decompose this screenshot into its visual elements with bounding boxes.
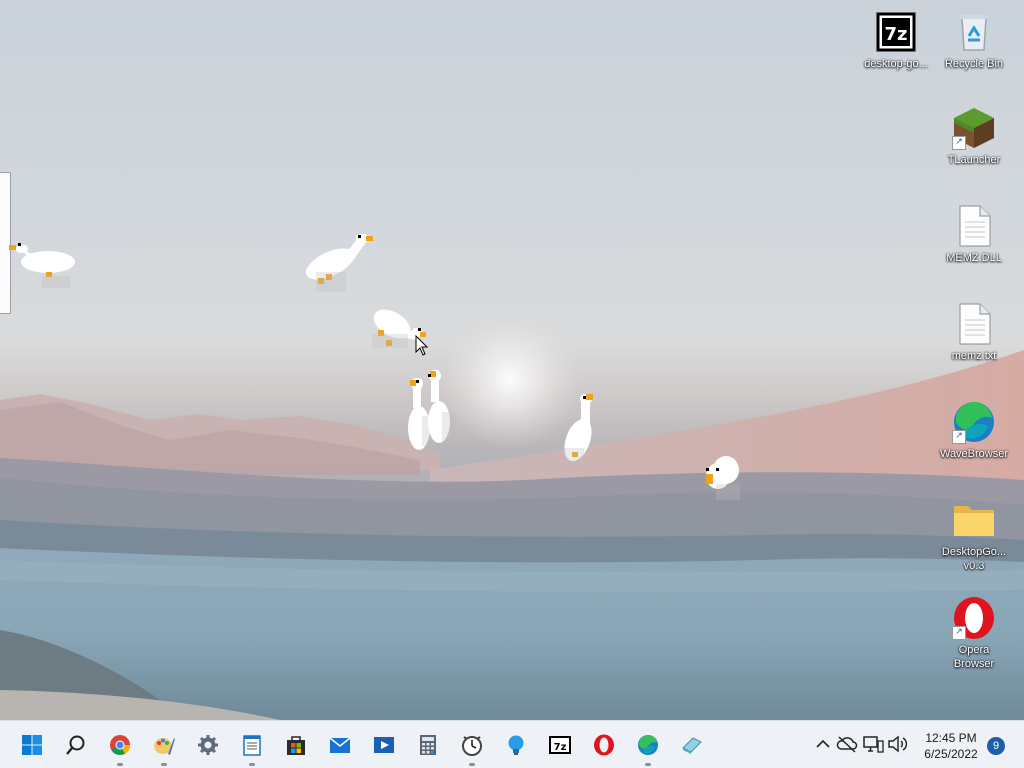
svg-text:7z: 7z (884, 24, 907, 45)
desktop-icon-memz-txt[interactable]: memz.txt (936, 302, 1012, 363)
desktop-icon-recycle-bin[interactable]: Recycle Bin (936, 10, 1012, 71)
goose[interactable] (6, 236, 80, 292)
lightbulb-icon (508, 735, 524, 755)
taskbar: 7z 12:45 PM 6/25/2022 9 (0, 720, 1024, 768)
desktop[interactable]: 7z desktop-go... Recycle Bin ↗ TLauncher… (0, 0, 1024, 720)
taskbar-7zip[interactable]: 7z (542, 727, 578, 763)
desktop-icon-label: TLauncher (947, 154, 1001, 166)
start-button[interactable] (14, 727, 50, 763)
desktop-icon-memz-dll[interactable]: MEMZ.DLL (936, 204, 1012, 265)
taskbar-tips[interactable] (498, 727, 534, 763)
windows-logo-icon (22, 735, 42, 755)
taskbar-settings[interactable] (190, 727, 226, 763)
running-indicator (645, 763, 651, 766)
desktop-icon-tlauncher[interactable]: ↗ TLauncher (936, 106, 1012, 167)
taskbar-opera[interactable] (586, 727, 622, 763)
desktop-icon-label: Opera Browser (953, 644, 995, 670)
taskbar-clock[interactable] (454, 727, 490, 766)
taskbar-chrome[interactable] (102, 727, 138, 766)
onedrive-status-button[interactable] (836, 733, 858, 755)
desktop-icon-label: MEMZ.DLL (946, 252, 1002, 264)
paint-icon (154, 738, 175, 755)
show-hidden-icons-button[interactable] (812, 733, 834, 755)
opera-icon: ↗ (952, 596, 996, 640)
speaker-icon (888, 735, 908, 753)
folder-icon (952, 498, 996, 542)
taskbar-eraser[interactable] (674, 727, 710, 763)
chrome-icon (110, 735, 131, 756)
taskbar-media-player[interactable] (366, 727, 402, 763)
shortcut-arrow-icon: ↗ (952, 136, 966, 150)
calculator-icon (420, 735, 436, 755)
chevron-up-icon (816, 739, 830, 748)
goose[interactable] (558, 390, 606, 470)
mail-icon (329, 737, 351, 753)
clock-time: 12:45 PM (925, 731, 977, 745)
clock-date: 6/25/2022 (924, 747, 978, 761)
recycle-bin-icon (952, 10, 996, 54)
opera-icon (594, 734, 614, 756)
goose[interactable] (422, 366, 458, 450)
taskbar-store[interactable] (278, 727, 314, 763)
goose[interactable] (300, 228, 376, 298)
network-icon (863, 736, 884, 753)
svg-text:7z: 7z (554, 742, 567, 753)
taskbar-mail[interactable] (322, 727, 358, 763)
running-indicator (161, 763, 167, 766)
network-button[interactable] (862, 733, 884, 755)
eraser-icon (682, 737, 702, 754)
desktop-icon-label: desktop-go... (864, 58, 928, 70)
desktop-icon-desktopgoose-folder[interactable]: DesktopGo... v0.3 (936, 498, 1012, 573)
notification-badge[interactable]: 9 (987, 737, 1005, 755)
desktop-icon-desktop-goose-7z[interactable]: 7z desktop-go... (858, 10, 934, 71)
taskbar-clock-display[interactable]: 12:45 PM 6/25/2022 (914, 730, 988, 762)
running-indicator (117, 763, 123, 766)
file-icon (952, 204, 996, 248)
cloud-off-icon (836, 736, 858, 753)
store-icon (287, 736, 305, 755)
7zip-icon: 7z (549, 736, 571, 754)
mouse-cursor-icon (415, 335, 429, 356)
wavebrowser-icon (638, 734, 658, 755)
wallpaper (0, 310, 1024, 720)
clock-icon (462, 736, 482, 756)
shortcut-arrow-icon: ↗ (952, 430, 966, 444)
search-icon (66, 735, 85, 755)
taskbar-calculator[interactable] (410, 727, 446, 763)
wavebrowser-icon: ↗ (952, 400, 996, 444)
gear-icon (198, 735, 218, 755)
minecraft-grass-block-icon: ↗ (952, 106, 996, 150)
desktop-icon-label: memz.txt (951, 350, 997, 362)
taskbar-notepad[interactable] (234, 727, 270, 766)
desktop-icon-wavebrowser[interactable]: ↗ WaveBrowser (936, 400, 1012, 461)
running-indicator (469, 763, 475, 766)
desktop-icon-opera-browser[interactable]: ↗ Opera Browser (936, 596, 1012, 671)
text-file-icon (952, 302, 996, 346)
desktop-icon-label: WaveBrowser (939, 448, 1009, 460)
media-player-icon (374, 737, 394, 753)
desktop-icon-label: DesktopGo... v0.3 (941, 546, 1007, 572)
7zip-archive-icon: 7z (874, 10, 918, 54)
search-button[interactable] (58, 727, 94, 763)
taskbar-wavebrowser[interactable] (630, 727, 666, 766)
running-indicator (249, 763, 255, 766)
shortcut-arrow-icon: ↗ (952, 626, 966, 640)
taskbar-paint[interactable] (146, 727, 182, 766)
goose[interactable] (700, 450, 746, 504)
notepad-icon (243, 735, 261, 756)
volume-button[interactable] (886, 733, 908, 755)
desktop-icon-label: Recycle Bin (944, 58, 1004, 70)
